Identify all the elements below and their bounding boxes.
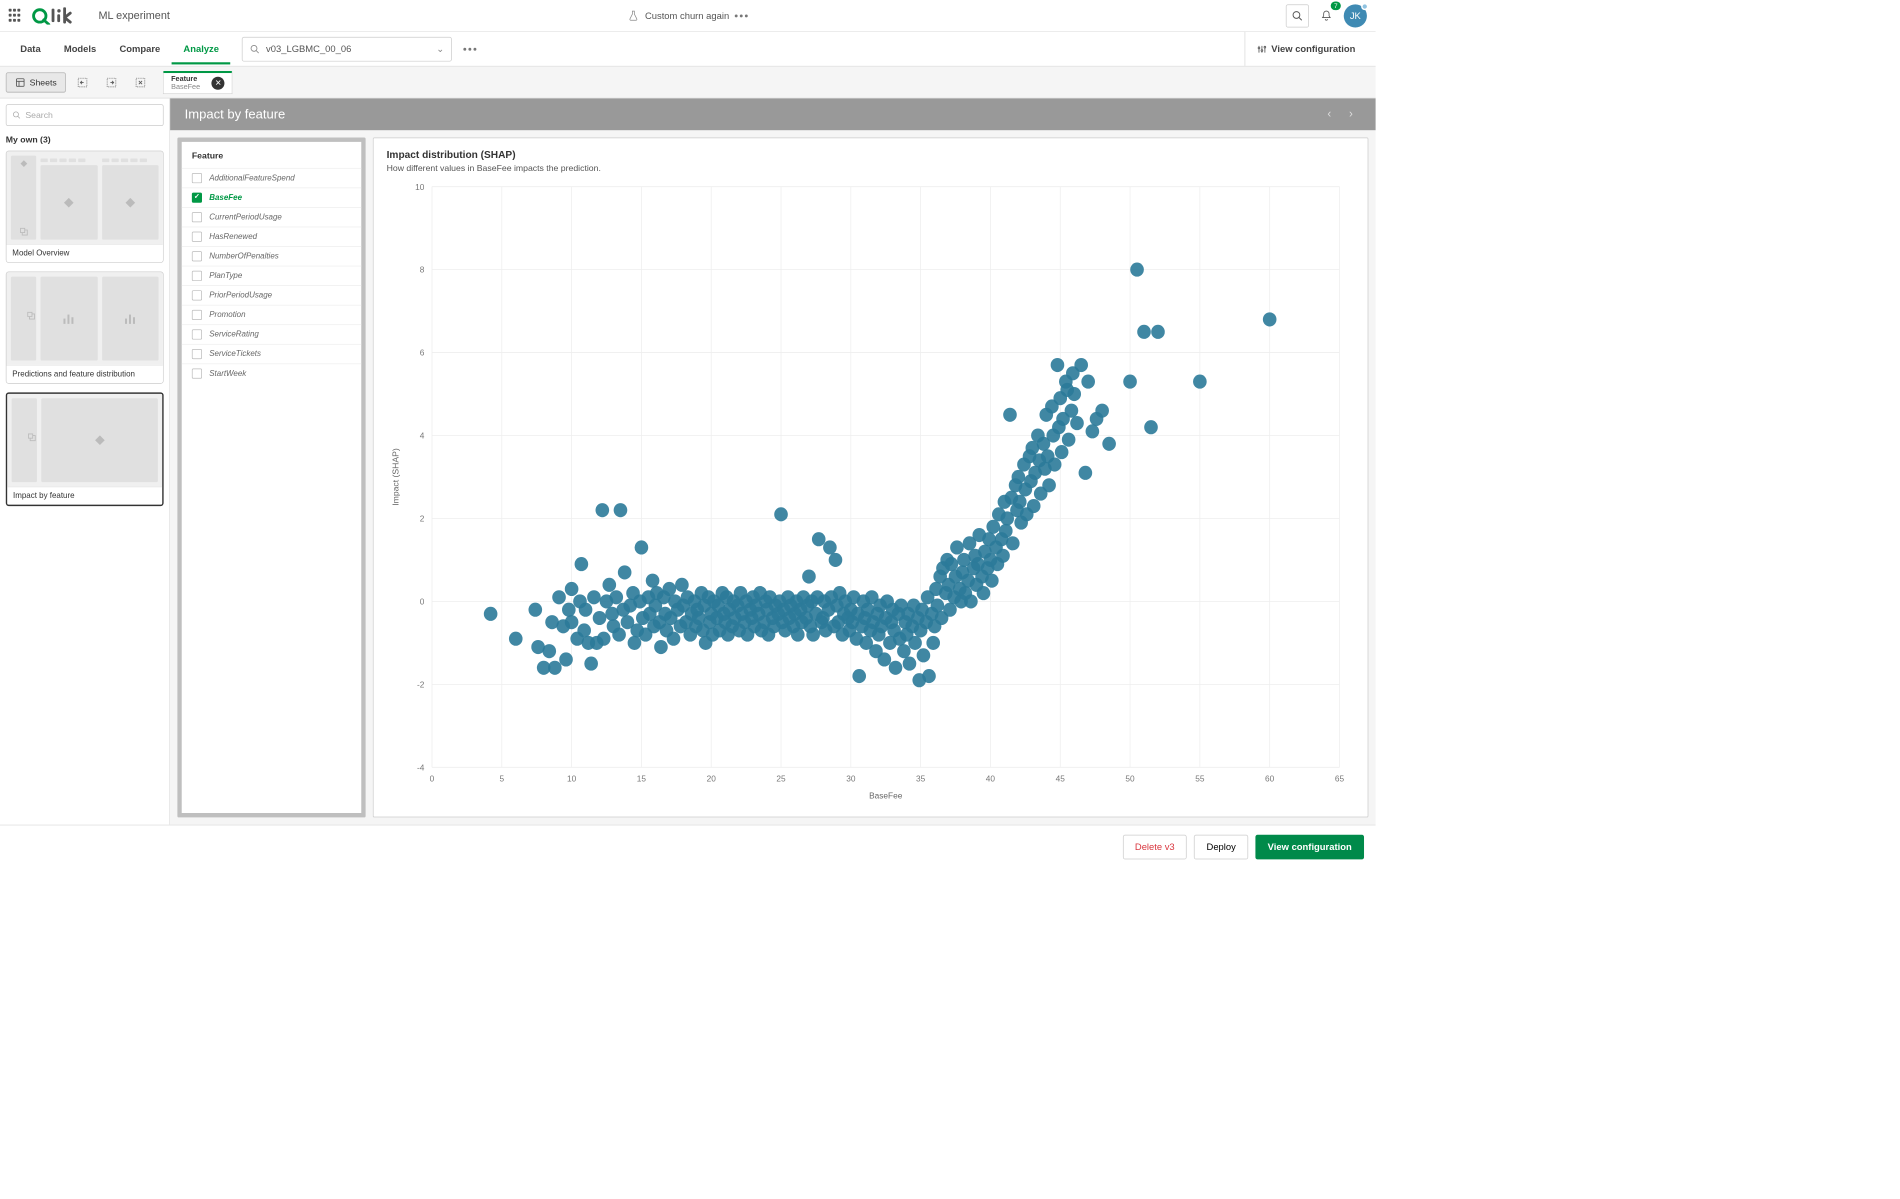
svg-text:20: 20 xyxy=(707,773,717,783)
svg-text:50: 50 xyxy=(1125,773,1135,783)
checkbox-icon xyxy=(192,290,202,300)
document-menu-icon[interactable] xyxy=(735,14,748,17)
scatter-chart[interactable]: 0 5 10 15 20 25 30 35 40 45 50 55 60 65 -4 -2 0 2 4 6 8 10 Bas… xyxy=(387,179,1355,807)
sheet-card-label: Impact by feature xyxy=(7,487,162,505)
svg-text:2: 2 xyxy=(420,513,425,523)
checkbox-icon xyxy=(192,173,202,183)
model-menu-icon[interactable] xyxy=(464,47,477,50)
sheets-icon xyxy=(15,77,25,87)
document-title: Custom churn again xyxy=(645,10,729,21)
sheet-card[interactable]: Predictions and feature distribution xyxy=(6,272,164,384)
svg-text:6: 6 xyxy=(420,348,425,358)
feature-row[interactable]: Promotion xyxy=(182,305,362,325)
sheet-card[interactable]: Impact by feature xyxy=(6,392,164,506)
svg-text:40: 40 xyxy=(986,773,996,783)
checkbox-icon xyxy=(192,232,202,242)
feature-row[interactable]: NumberOfPenalties xyxy=(182,246,362,266)
deploy-button[interactable]: Deploy xyxy=(1194,834,1248,859)
checkbox-icon xyxy=(192,212,202,222)
flask-icon xyxy=(628,10,640,22)
search-icon xyxy=(250,44,260,54)
prev-sheet-button[interactable]: ‹ xyxy=(1319,104,1339,124)
selection-back-icon[interactable] xyxy=(70,70,95,95)
sheet-card-label: Predictions and feature distribution xyxy=(7,365,163,383)
svg-text:65: 65 xyxy=(1335,773,1345,783)
app-title: ML experiment xyxy=(98,9,169,21)
tab-models[interactable]: Models xyxy=(52,33,108,64)
user-avatar[interactable]: JK xyxy=(1344,4,1367,27)
checkbox-icon xyxy=(192,271,202,281)
feature-row[interactable]: ServiceRating xyxy=(182,324,362,344)
svg-text:15: 15 xyxy=(637,773,647,783)
next-sheet-button[interactable]: › xyxy=(1341,104,1361,124)
qlik-logo xyxy=(32,7,88,24)
avatar-status-dot xyxy=(1361,3,1368,10)
view-configuration-link[interactable]: View configuration xyxy=(1245,32,1367,66)
chart-subtitle: How different values in BaseFee impacts … xyxy=(387,163,1355,173)
checkbox-icon xyxy=(192,193,202,203)
svg-text:Impact (SHAP): Impact (SHAP) xyxy=(391,448,401,506)
sheet-card-label: Model Overview xyxy=(7,244,163,262)
svg-text:4: 4 xyxy=(420,431,425,441)
checkbox-icon xyxy=(192,349,202,359)
search-icon xyxy=(12,111,21,120)
bell-icon xyxy=(1320,9,1333,22)
svg-text:10: 10 xyxy=(567,773,577,783)
tab-data[interactable]: Data xyxy=(9,33,53,64)
svg-text:30: 30 xyxy=(846,773,856,783)
chart-title: Impact distribution (SHAP) xyxy=(387,148,1355,160)
svg-text:60: 60 xyxy=(1265,773,1275,783)
model-select-dropdown[interactable]: v03_LGBMC_00_06 ⌄ xyxy=(242,37,452,62)
checkbox-icon xyxy=(192,251,202,261)
selection-forward-icon[interactable] xyxy=(99,70,124,95)
feature-row[interactable]: PlanType xyxy=(182,266,362,286)
feature-filter-panel: Feature AdditionalFeatureSpendBaseFeeCur… xyxy=(177,138,365,818)
feature-row[interactable]: BaseFee xyxy=(182,188,362,208)
page-title: Impact by feature xyxy=(185,107,286,122)
svg-text:0: 0 xyxy=(430,773,435,783)
svg-text:BaseFee: BaseFee xyxy=(869,791,903,801)
sheet-card[interactable]: Model Overview xyxy=(6,151,164,263)
sliders-icon xyxy=(1257,44,1267,54)
tab-analyze[interactable]: Analyze xyxy=(172,33,231,64)
chart-panel: Impact distribution (SHAP) How different… xyxy=(373,138,1369,818)
svg-text:45: 45 xyxy=(1056,773,1066,783)
search-button[interactable] xyxy=(1286,4,1309,27)
apps-menu-icon[interactable] xyxy=(9,8,23,22)
tab-compare[interactable]: Compare xyxy=(108,33,172,64)
chevron-down-icon: ⌄ xyxy=(436,43,444,55)
delete-button[interactable]: Delete v3 xyxy=(1123,834,1187,859)
selection-chip-feature[interactable]: Feature BaseFee ✕ xyxy=(163,71,233,94)
feature-panel-title: Feature xyxy=(182,142,362,168)
clear-selections-icon[interactable] xyxy=(128,70,153,95)
feature-row[interactable]: CurrentPeriodUsage xyxy=(182,207,362,227)
notification-count: 7 xyxy=(1331,1,1341,10)
checkbox-icon xyxy=(192,310,202,320)
svg-text:35: 35 xyxy=(916,773,926,783)
svg-text:55: 55 xyxy=(1195,773,1205,783)
model-select-value: v03_LGBMC_00_06 xyxy=(266,43,351,54)
svg-text:25: 25 xyxy=(776,773,786,783)
feature-row[interactable]: AdditionalFeatureSpend xyxy=(182,168,362,188)
sheets-button[interactable]: Sheets xyxy=(6,72,66,92)
feature-row[interactable]: HasRenewed xyxy=(182,227,362,247)
my-own-heading: My own (3) xyxy=(6,135,164,145)
svg-text:-2: -2 xyxy=(417,679,425,689)
svg-text:5: 5 xyxy=(499,773,504,783)
checkbox-icon xyxy=(192,329,202,339)
feature-row[interactable]: StartWeek xyxy=(182,363,362,383)
view-configuration-button[interactable]: View configuration xyxy=(1255,834,1364,859)
notifications-button[interactable]: 7 xyxy=(1315,4,1338,27)
feature-row[interactable]: PriorPeriodUsage xyxy=(182,285,362,305)
search-icon xyxy=(1292,10,1304,22)
svg-text:10: 10 xyxy=(415,182,425,192)
checkbox-icon xyxy=(192,369,202,379)
feature-row[interactable]: ServiceTickets xyxy=(182,344,362,364)
sheets-search-input[interactable]: Search xyxy=(6,104,164,126)
selection-chip-close-icon[interactable]: ✕ xyxy=(212,76,225,89)
svg-text:0: 0 xyxy=(420,596,425,606)
svg-text:8: 8 xyxy=(420,265,425,275)
svg-text:-4: -4 xyxy=(417,762,425,772)
